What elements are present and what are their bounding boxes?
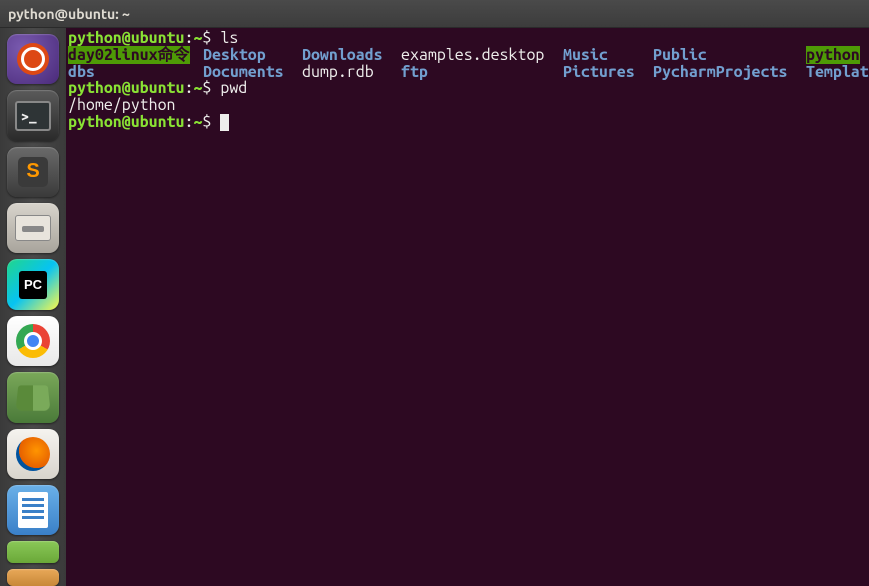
ls-entry: Music — [563, 46, 608, 64]
window-titlebar[interactable]: python@ubuntu: ~ — [0, 0, 869, 28]
window-title: python@ubuntu: ~ — [8, 6, 130, 22]
ubuntu-logo-icon — [17, 43, 49, 75]
main-area: >_ S PC python@ubuntu:~$ ls day02linux命令… — [0, 28, 869, 586]
ls-row: dbs Documents dump.rdb ftp Pictures PycharmPr… — [68, 64, 869, 81]
launcher-files-icon[interactable] — [7, 203, 59, 253]
book-icon — [16, 386, 51, 411]
launcher-calc-icon[interactable] — [7, 541, 59, 562]
launcher-reader-icon[interactable] — [7, 372, 59, 422]
ls-entry: Downloads — [302, 46, 383, 64]
file-drawer-icon — [15, 215, 51, 241]
terminal-icon: >_ — [15, 101, 51, 131]
cursor — [220, 114, 229, 131]
launcher-chrome-icon[interactable] — [7, 316, 59, 366]
ls-entry: day02linux命令 — [68, 46, 190, 64]
launcher-dash-icon[interactable] — [7, 34, 59, 84]
command-text: ls — [220, 29, 238, 47]
firefox-icon — [16, 437, 50, 471]
pycharm-icon: PC — [19, 271, 47, 299]
chrome-icon — [16, 324, 50, 358]
prompt-symbol: $ — [202, 29, 211, 47]
ls-entry: PycharmProjects — [653, 63, 787, 81]
prompt-user: python@ubuntu — [68, 79, 184, 97]
document-icon — [18, 492, 48, 528]
output-line: /home/python — [68, 96, 176, 114]
sublime-icon: S — [18, 157, 48, 187]
launcher-pycharm-icon[interactable]: PC — [7, 259, 59, 309]
prompt-symbol: $ — [202, 79, 211, 97]
launcher-terminal-icon[interactable]: >_ — [7, 90, 59, 140]
ls-entry: Documents — [203, 63, 284, 81]
command-text: pwd — [220, 79, 247, 97]
ls-entry: Pictures — [563, 63, 635, 81]
launcher-impress-icon[interactable] — [7, 569, 59, 586]
ls-entry: Public — [653, 46, 707, 64]
ls-row: day02linux命令 Desktop Downloads examples.des… — [68, 47, 869, 64]
ls-entry: dbs — [68, 63, 95, 81]
ls-entry: examples.desktop — [401, 46, 544, 64]
prompt-symbol: $ — [202, 113, 211, 131]
launcher-firefox-icon[interactable] — [7, 429, 59, 479]
launcher-sublime-icon[interactable]: S — [7, 147, 59, 197]
terminal-output[interactable]: python@ubuntu:~$ ls day02linux命令DesktopD… — [66, 28, 869, 586]
ls-entry: dump.rdb — [302, 63, 374, 81]
prompt-user: python@ubuntu — [68, 29, 184, 47]
launcher-writer-icon[interactable] — [7, 485, 59, 535]
ls-entry: Desktop — [203, 46, 266, 64]
ls-entry: Templat — [806, 63, 869, 81]
unity-launcher: >_ S PC — [0, 28, 66, 586]
ls-entry: python — [806, 46, 860, 64]
ls-entry: ftp — [401, 63, 428, 81]
prompt-user: python@ubuntu — [68, 113, 184, 131]
